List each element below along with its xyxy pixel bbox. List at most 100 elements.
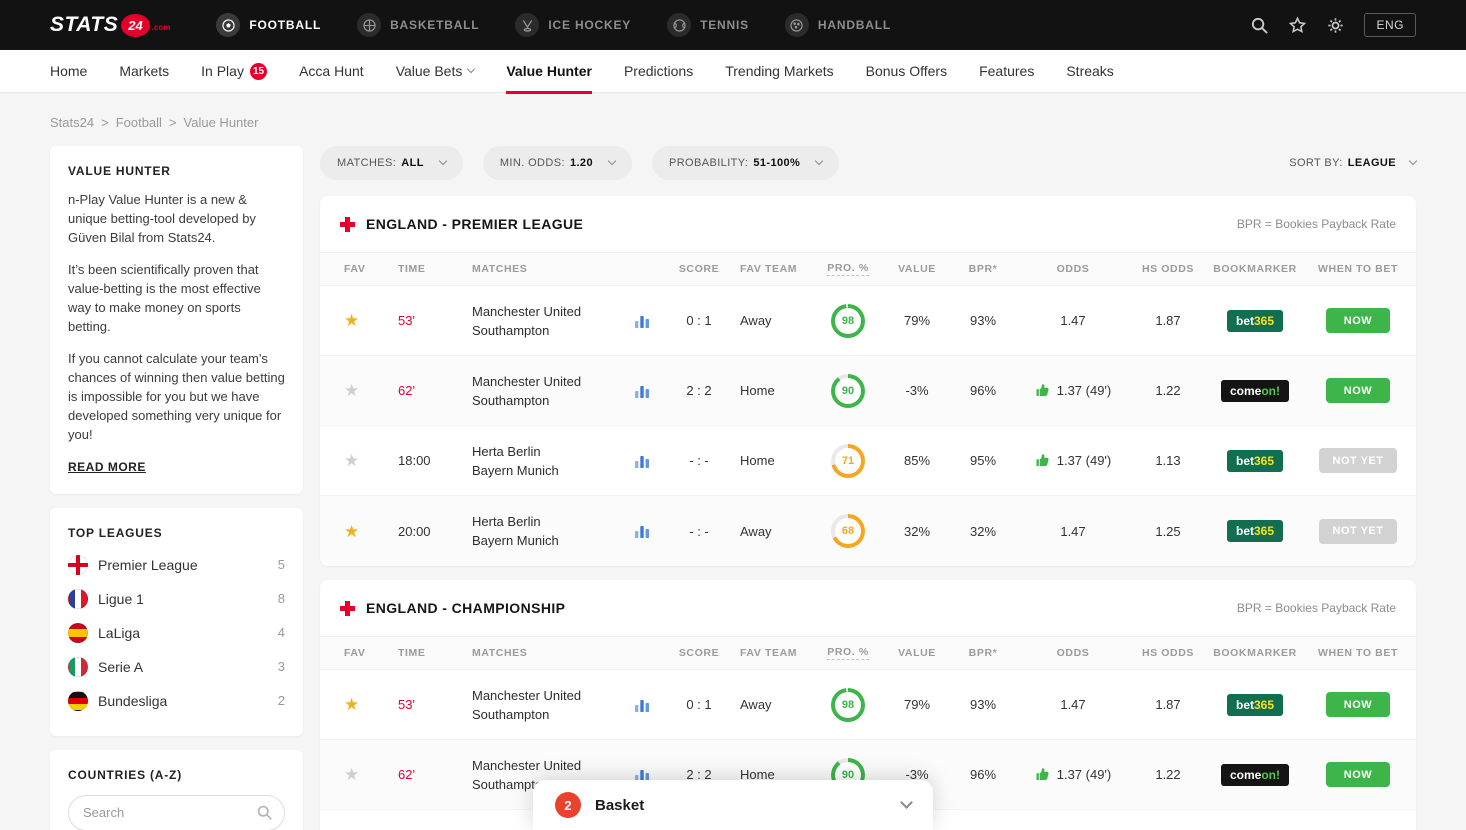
when-to-bet-button[interactable]: NOW — [1326, 378, 1390, 403]
nav-item-value-bets[interactable]: Value Bets — [396, 50, 475, 93]
probability-filter-dropdown[interactable]: PROBABILITY: 51-100% — [652, 146, 839, 180]
match-teams[interactable]: Manchester United Southampton — [462, 686, 620, 724]
match-stats-icon[interactable] — [634, 313, 650, 329]
odds-value: 1.37 (49') — [1057, 767, 1112, 782]
filter-label: MATCHES: — [337, 157, 396, 169]
nav-item-predictions[interactable]: Predictions — [624, 50, 693, 93]
value-cell: 79% — [882, 697, 952, 712]
match-stats-icon[interactable] — [634, 697, 650, 713]
sport-tab-basketball[interactable]: BASKETBALL — [357, 13, 479, 37]
when-to-bet-button[interactable]: NOW — [1326, 762, 1390, 787]
stats24-logo[interactable]: STATS 24 .com — [50, 13, 170, 37]
thumb-up-icon — [1035, 383, 1050, 398]
sport-tab-football[interactable]: FOOTBALL — [216, 13, 321, 37]
nav-item-in-play[interactable]: In Play 15 — [201, 50, 267, 93]
team-one-name: Manchester United — [472, 372, 620, 391]
read-more-link[interactable]: READ MORE — [68, 460, 146, 474]
nav-item-streaks[interactable]: Streaks — [1066, 50, 1113, 93]
match-stats-icon[interactable] — [634, 453, 650, 469]
nav-item-features[interactable]: Features — [979, 50, 1034, 93]
match-teams[interactable]: Herta Berlin Bayern Munich — [462, 442, 620, 480]
bookmaker-name-part2: 365 — [1254, 524, 1274, 538]
min-odds-filter-dropdown[interactable]: MIN. ODDS: 1.20 — [483, 146, 632, 180]
when-to-bet-button[interactable]: NOT YET — [1319, 448, 1398, 473]
breadcrumb-stats24[interactable]: Stats24 — [50, 115, 94, 130]
match-time: 20:00 — [398, 524, 431, 539]
sidebar-item-laliga[interactable]: LaLiga 4 — [68, 616, 285, 650]
breadcrumb-separator: > — [101, 115, 109, 130]
favorites-star-icon[interactable] — [1288, 16, 1307, 35]
sidebar-item-premier-league[interactable]: Premier League 5 — [68, 548, 285, 582]
favorite-star-icon[interactable]: ★ — [344, 312, 359, 329]
match-time: 18:00 — [398, 453, 431, 468]
tennis-icon — [667, 13, 691, 37]
column-header-time: TIME — [398, 263, 462, 275]
breadcrumb-value-hunter[interactable]: Value Hunter — [184, 115, 259, 130]
hs-odds-cell: 1.22 — [1132, 383, 1204, 398]
bookmaker-badge[interactable]: comeon! — [1221, 380, 1289, 402]
league-count: 4 — [278, 625, 285, 640]
when-to-bet-button[interactable]: NOT YET — [1319, 519, 1398, 544]
breadcrumb-football[interactable]: Football — [116, 115, 162, 130]
nav-item-trending-markets[interactable]: Trending Markets — [725, 50, 833, 93]
germany-flag-icon — [68, 691, 88, 711]
sport-tab-handball[interactable]: HANDBALL — [785, 13, 891, 37]
chevron-down-icon[interactable] — [900, 796, 913, 809]
favorite-star-icon[interactable]: ★ — [344, 696, 359, 713]
nav-item-markets[interactable]: Markets — [119, 50, 169, 93]
language-selector[interactable]: ENG — [1364, 13, 1416, 37]
stats-cell — [620, 523, 664, 539]
table-header-row: FAV TIME MATCHES SCORE FAV TEAM PRO. % V… — [320, 252, 1416, 286]
odds-cell: 1.47 — [1014, 697, 1132, 712]
match-teams[interactable]: Manchester United Southampton — [462, 302, 620, 340]
search-icon[interactable] — [1250, 16, 1269, 35]
probability-ring-inner: 68 — [835, 518, 861, 544]
favorite-star-icon[interactable]: ★ — [344, 382, 359, 399]
probability-value: 68 — [842, 525, 854, 537]
sport-tab-tennis[interactable]: TENNIS — [667, 13, 749, 37]
sidebar-item-serie-a[interactable]: Serie A 3 — [68, 650, 285, 684]
when-to-bet-button[interactable]: NOW — [1326, 692, 1390, 717]
fav-team-cell: Away — [734, 524, 814, 539]
matches-filter-dropdown[interactable]: MATCHES: ALL — [320, 146, 463, 180]
nav-item-bonus-offers[interactable]: Bonus Offers — [866, 50, 947, 93]
sidebar-item-ligue-1[interactable]: Ligue 1 8 — [68, 582, 285, 616]
settings-gear-icon[interactable] — [1326, 16, 1345, 35]
thumb-up-icon — [1035, 453, 1050, 468]
sport-tab-ice-hockey[interactable]: ICE HOCKEY — [515, 13, 631, 37]
match-stats-icon[interactable] — [634, 523, 650, 539]
search-icon[interactable] — [256, 804, 273, 826]
favorite-star-icon[interactable]: ★ — [344, 523, 359, 540]
column-header-bpr: BPR* — [952, 647, 1014, 659]
fav-team-cell: Away — [734, 697, 814, 712]
basket-widget[interactable]: 2 Basket — [533, 780, 933, 830]
bpr-cell: 93% — [952, 697, 1014, 712]
hs-odds-value: 1.87 — [1155, 313, 1180, 328]
when-to-bet-button[interactable]: NOW — [1326, 308, 1390, 333]
match-stats-icon[interactable] — [634, 383, 650, 399]
nav-item-home[interactable]: Home — [50, 50, 87, 93]
favorite-star-icon[interactable]: ★ — [344, 766, 359, 783]
bookmaker-badge[interactable]: bet365 — [1227, 520, 1283, 542]
bookmaker-badge[interactable]: comeon! — [1221, 764, 1289, 786]
probability-value: 90 — [842, 385, 854, 397]
hs-odds-cell: 1.87 — [1132, 313, 1204, 328]
sort-by-dropdown[interactable]: SORT BY: LEAGUE — [1289, 157, 1416, 169]
fav-team-cell: Home — [734, 453, 814, 468]
nav-item-value-hunter[interactable]: Value Hunter — [506, 50, 592, 93]
country-search-input[interactable] — [68, 795, 285, 830]
bpr-note: BPR = Bookies Payback Rate — [1237, 601, 1396, 615]
league-title: ENGLAND - PREMIER LEAGUE — [366, 216, 583, 232]
match-teams[interactable]: Herta Berlin Bayern Munich — [462, 512, 620, 550]
time-cell: 62' — [398, 767, 462, 782]
fav-cell: ★ — [340, 382, 398, 399]
sidebar-item-bundesliga[interactable]: Bundesliga 2 — [68, 684, 285, 718]
odds-cell: 1.47 — [1014, 524, 1132, 539]
nav-item-acca-hunt[interactable]: Acca Hunt — [299, 50, 364, 93]
bookmaker-badge[interactable]: bet365 — [1227, 694, 1283, 716]
favorite-star-icon[interactable]: ★ — [344, 452, 359, 469]
column-header-probability: PRO. % — [814, 262, 882, 276]
bookmaker-badge[interactable]: bet365 — [1227, 450, 1283, 472]
bookmaker-badge[interactable]: bet365 — [1227, 310, 1283, 332]
match-teams[interactable]: Manchester United Southampton — [462, 372, 620, 410]
